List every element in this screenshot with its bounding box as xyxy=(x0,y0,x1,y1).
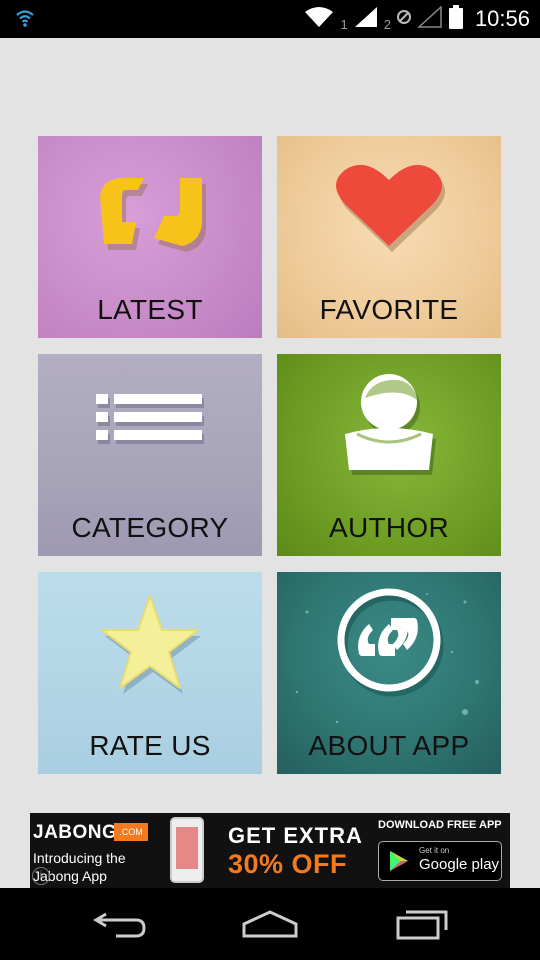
home-icon[interactable] xyxy=(240,906,300,945)
sim1-label: 1 xyxy=(340,16,348,32)
play-store-name: Google play xyxy=(419,856,500,873)
ad-banner[interactable]: JABONG .COM Introducing the Jabong App G… xyxy=(30,813,510,888)
ad-brand-tag: .COM xyxy=(114,823,148,841)
recent-apps-icon[interactable] xyxy=(394,906,450,945)
latest-tile[interactable]: LATEST xyxy=(38,136,262,338)
cell-signal-empty-icon xyxy=(416,4,443,33)
phone-image xyxy=(170,817,204,883)
category-label: CATEGORY xyxy=(71,512,229,543)
author-label: AUTHOR xyxy=(328,512,450,543)
ad-brand: JABONG xyxy=(33,822,118,843)
clock: 10:56 xyxy=(474,6,530,31)
category-tile[interactable]: CATEGORY xyxy=(38,354,262,556)
latest-label: LATEST xyxy=(97,294,203,325)
cell-signal-2-icon xyxy=(396,8,411,31)
navigation-bar xyxy=(0,888,540,960)
rate-us-tile[interactable]: RATE US xyxy=(38,572,262,774)
author-tile[interactable]: AUTHOR xyxy=(277,354,501,556)
cell-signal-1-icon xyxy=(354,6,378,33)
ad-headline: GET EXTRA xyxy=(228,823,363,848)
wifi-icon xyxy=(14,8,36,33)
favorite-label: FAVORITE xyxy=(319,294,459,325)
about-app-label: ABOUT APP xyxy=(308,730,470,761)
play-store-sub: Get it on xyxy=(419,846,450,855)
ad-offer: 30% OFF xyxy=(228,849,348,879)
ad-download-label: DOWNLOAD FREE APP xyxy=(378,819,502,831)
favorite-tile[interactable]: FAVORITE xyxy=(277,136,501,338)
ad-intro-line1: Introducing the xyxy=(33,850,126,866)
ad-info-icon[interactable]: i xyxy=(32,867,50,885)
back-icon[interactable] xyxy=(92,906,148,945)
sim2-label: 2 xyxy=(383,16,391,32)
about-app-tile[interactable]: ABOUT APP xyxy=(277,572,501,774)
wifi-signal-icon xyxy=(304,6,334,33)
battery-icon xyxy=(448,4,463,34)
play-store-icon xyxy=(390,851,408,871)
rate-us-label: RATE US xyxy=(89,730,211,761)
status-bar: 1 2 10:56 xyxy=(0,0,540,38)
google-play-button[interactable]: Get it on Google play xyxy=(378,841,502,881)
